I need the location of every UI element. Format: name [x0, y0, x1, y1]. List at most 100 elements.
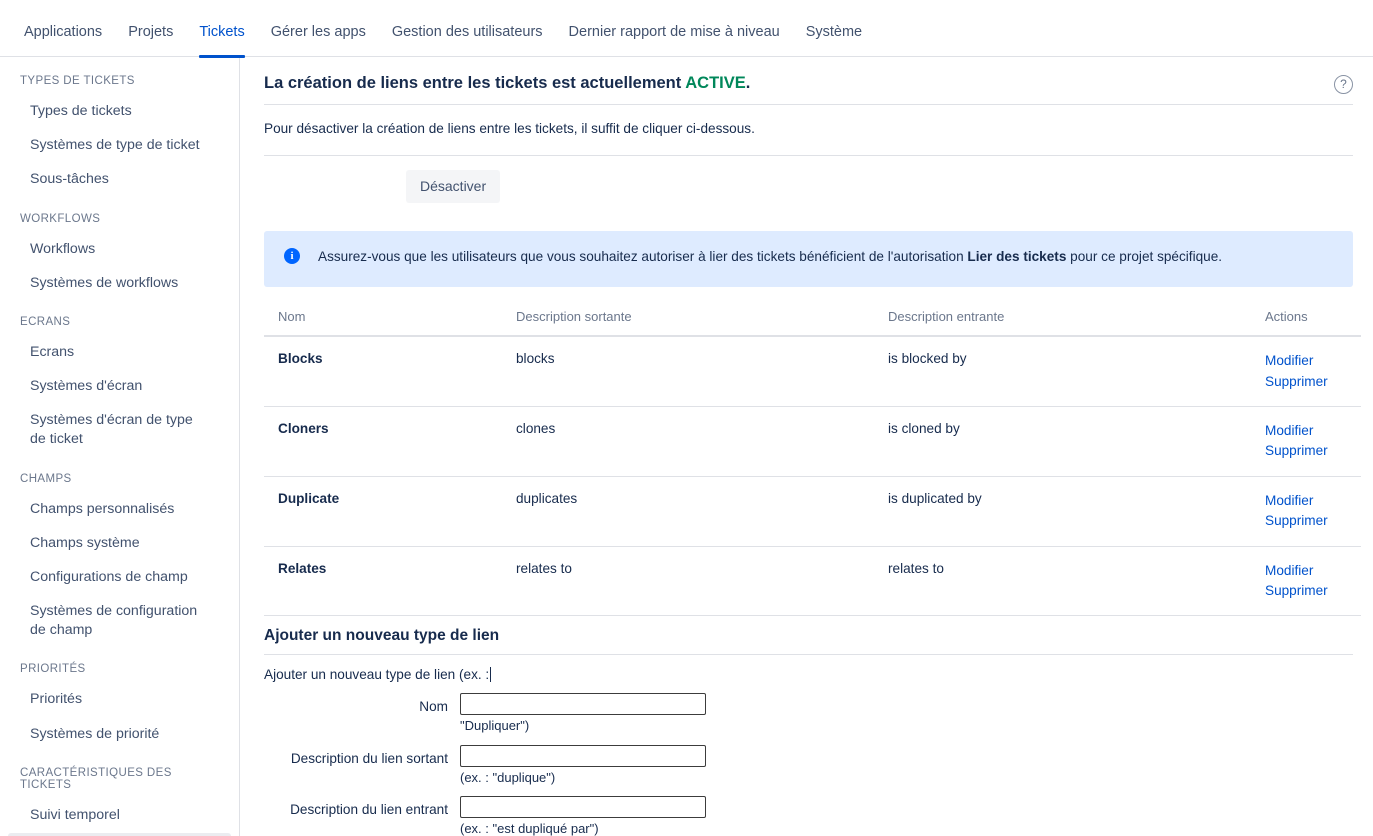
column-header-description-sortante: Description sortante — [502, 309, 874, 336]
field-wrap-nom: "Dupliquer") — [460, 693, 706, 735]
table-head: Nom Description sortante Description ent… — [264, 309, 1361, 336]
cell-inward-description: is cloned by — [874, 407, 1251, 477]
sidebar-item-ecrans[interactable]: Ecrans — [8, 336, 231, 369]
sidebar-item-configurations-de-champ[interactable]: Configurations de champ — [8, 561, 231, 594]
cell-outward-description: duplicates — [502, 476, 874, 546]
info-banner-text: Assurez-vous que les utilisateurs que vo… — [318, 247, 1222, 267]
nav-tab-label: Gestion des utilisateurs — [392, 24, 543, 40]
sidebar-group-caracteristiques-des-tickets: CARACTÉRISTIQUES DES TICKETS Suivi tempo… — [0, 767, 239, 836]
nav-tab-label: Applications — [24, 24, 102, 40]
cell-outward-description: blocks — [502, 336, 874, 406]
cell-actions: Modifier Supprimer — [1251, 407, 1361, 477]
sidebar-group-heading: WORKFLOWS — [0, 213, 239, 225]
cell-actions: Modifier Supprimer — [1251, 476, 1361, 546]
page-title-prefix: La création de liens entre les tickets e… — [264, 74, 685, 92]
table-header-row: Nom Description sortante Description ent… — [264, 309, 1361, 336]
cell-link-name: Relates — [264, 546, 502, 616]
nav-tab-label: Système — [806, 24, 862, 40]
sidebar-item-types-de-tickets[interactable]: Types de tickets — [8, 95, 231, 128]
add-link-type-section-title: Ajouter un nouveau type de lien — [264, 627, 1353, 655]
table-row: Relates relates to relates to Modifier S… — [264, 546, 1361, 616]
nav-tab-applications[interactable]: Applications — [20, 25, 113, 57]
sidebar-group-priorites: PRIORITÉS Priorités Systèmes de priorité — [0, 663, 239, 750]
add-link-type-intro: Ajouter un nouveau type de lien (ex. : — [264, 667, 491, 682]
sidebar-item-systemes-de-priorite[interactable]: Systèmes de priorité — [8, 718, 231, 751]
form-row-nom: Nom "Dupliquer") — [264, 693, 1353, 735]
banner-text-before: Assurez-vous que les utilisateurs que vo… — [318, 249, 967, 264]
nav-tab-tickets[interactable]: Tickets — [188, 25, 255, 57]
delete-link[interactable]: Supprimer — [1265, 511, 1361, 531]
page-shell: TYPES DE TICKETS Types de tickets Systèm… — [0, 57, 1373, 836]
form-row-description-entrant: Description du lien entrant (ex. : "est … — [264, 796, 1353, 836]
table-row: Cloners clones is cloned by Modifier Sup… — [264, 407, 1361, 477]
sidebar-item-priorites[interactable]: Priorités — [8, 683, 231, 716]
nav-tab-label: Tickets — [199, 24, 244, 40]
sidebar-group-heading: CHAMPS — [0, 473, 239, 485]
main-content: La création de liens entre les tickets e… — [240, 57, 1373, 836]
info-icon: i — [284, 248, 300, 264]
nav-tab-label: Gérer les apps — [271, 24, 366, 40]
delete-link[interactable]: Supprimer — [1265, 372, 1361, 392]
text-caret — [490, 667, 491, 682]
page-header: La création de liens entre les tickets e… — [264, 73, 1353, 105]
column-header-actions: Actions — [1251, 309, 1361, 336]
nav-tab-label: Dernier rapport de mise à niveau — [569, 24, 780, 40]
field-wrap-description-sortant: (ex. : "duplique") — [460, 745, 706, 787]
top-navigation-bar: Applications Projets Tickets Gérer les a… — [0, 0, 1373, 57]
nav-tab-systeme[interactable]: Système — [795, 25, 873, 57]
edit-link[interactable]: Modifier — [1265, 491, 1361, 511]
page-title: La création de liens entre les tickets e… — [264, 74, 750, 92]
sidebar-item-systemes-decran[interactable]: Systèmes d'écran — [8, 370, 231, 403]
hint-nom: "Dupliquer") — [460, 717, 706, 735]
cell-inward-description: relates to — [874, 546, 1251, 616]
sidebar-group-heading: ECRANS — [0, 316, 239, 328]
sidebar-group-workflows: WORKFLOWS Workflows Systèmes de workflow… — [0, 213, 239, 300]
sidebar-group-ecrans: ECRANS Ecrans Systèmes d'écran Systèmes … — [0, 316, 239, 457]
sidebar-group-types-de-tickets: TYPES DE TICKETS Types de tickets Systèm… — [0, 75, 239, 197]
sidebar-item-sous-taches[interactable]: Sous-tâches — [8, 163, 231, 196]
nav-tab-label: Projets — [128, 24, 173, 40]
column-header-description-entrante: Description entrante — [874, 309, 1251, 336]
sidebar-item-champs-systeme[interactable]: Champs système — [8, 527, 231, 560]
sidebar-item-systemes-de-workflows[interactable]: Systèmes de workflows — [8, 267, 231, 300]
nav-tab-dernier-rapport[interactable]: Dernier rapport de mise à niveau — [558, 25, 791, 57]
nav-tab-gestion-des-utilisateurs[interactable]: Gestion des utilisateurs — [381, 25, 554, 57]
sidebar-item-systemes-de-configuration-de-champ[interactable]: Systèmes de configuration de champ — [8, 595, 231, 647]
table-row: Blocks blocks is blocked by Modifier Sup… — [264, 336, 1361, 406]
sidebar-group-champs: CHAMPS Champs personnalisés Champs systè… — [0, 473, 239, 648]
nav-tab-gerer-les-apps[interactable]: Gérer les apps — [260, 25, 377, 57]
edit-link[interactable]: Modifier — [1265, 561, 1361, 581]
description-lien-entrant-input[interactable] — [460, 796, 706, 818]
page-title-suffix: . — [746, 74, 751, 92]
cell-link-name: Duplicate — [264, 476, 502, 546]
sidebar-group-heading: TYPES DE TICKETS — [0, 75, 239, 87]
form-row-description-sortant: Description du lien sortant (ex. : "dupl… — [264, 745, 1353, 787]
sidebar-item-systemes-de-type-de-ticket[interactable]: Systèmes de type de ticket — [8, 129, 231, 162]
description-lien-sortant-input[interactable] — [460, 745, 706, 767]
nom-input[interactable] — [460, 693, 706, 715]
deactivate-button[interactable]: Désactiver — [406, 170, 500, 203]
add-link-type-intro-text: Ajouter un nouveau type de lien (ex. : — [264, 667, 489, 682]
sidebar-item-champs-personnalises[interactable]: Champs personnalisés — [8, 493, 231, 526]
nav-tab-projets[interactable]: Projets — [117, 25, 184, 57]
delete-link[interactable]: Supprimer — [1265, 441, 1361, 461]
cell-outward-description: clones — [502, 407, 874, 477]
hint-description-sortant: (ex. : "duplique") — [460, 769, 706, 787]
field-wrap-description-entrant: (ex. : "est dupliqué par") — [460, 796, 706, 836]
delete-link[interactable]: Supprimer — [1265, 581, 1361, 601]
table-body: Blocks blocks is blocked by Modifier Sup… — [264, 336, 1361, 616]
settings-sidebar: TYPES DE TICKETS Types de tickets Systèm… — [0, 57, 240, 836]
edit-link[interactable]: Modifier — [1265, 421, 1361, 441]
cell-inward-description: is blocked by — [874, 336, 1251, 406]
sidebar-item-systemes-decran-de-type-de-ticket[interactable]: Systèmes d'écran de type de ticket — [8, 404, 231, 456]
sidebar-group-heading: CARACTÉRISTIQUES DES TICKETS — [0, 767, 239, 791]
label-nom: Nom — [264, 693, 460, 716]
cell-link-name: Cloners — [264, 407, 502, 477]
help-icon[interactable]: ? — [1334, 75, 1353, 94]
cell-link-name: Blocks — [264, 336, 502, 406]
status-badge: ACTIVE — [685, 74, 746, 92]
cell-actions: Modifier Supprimer — [1251, 546, 1361, 616]
sidebar-item-workflows[interactable]: Workflows — [8, 233, 231, 266]
edit-link[interactable]: Modifier — [1265, 351, 1361, 371]
sidebar-item-suivi-temporel[interactable]: Suivi temporel — [8, 799, 231, 832]
